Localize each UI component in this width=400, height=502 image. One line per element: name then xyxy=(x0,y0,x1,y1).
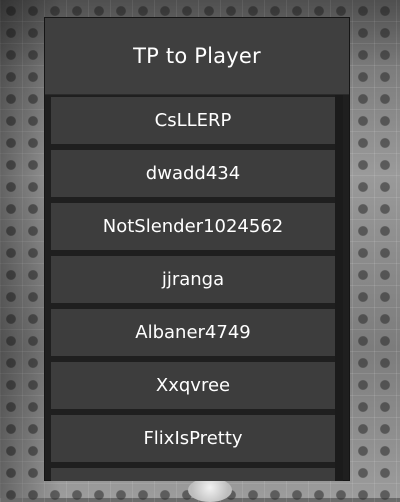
player-button-flixispretty[interactable]: FlixIsPretty xyxy=(51,415,335,462)
player-name: dwadd434 xyxy=(145,163,241,184)
panel-title: TP to Player xyxy=(133,44,261,68)
player-button-dwadd434[interactable]: dwadd434 xyxy=(51,150,335,197)
player-name: CsLLERP xyxy=(154,110,232,131)
player-name: Xxqvree xyxy=(155,375,231,396)
player-name: NotSlender1024562 xyxy=(102,216,284,237)
background-game-object xyxy=(188,478,232,502)
player-button-jjranga[interactable]: jjranga xyxy=(51,256,335,303)
player-button-partial[interactable] xyxy=(51,468,335,481)
panel-header: TP to Player xyxy=(45,18,349,95)
player-button-csllerp[interactable]: CsLLERP xyxy=(51,97,335,144)
player-button-xxqvree[interactable]: Xxqvree xyxy=(51,362,335,409)
player-name: Albaner4749 xyxy=(135,322,251,343)
player-name: jjranga xyxy=(161,269,225,290)
player-name: FlixIsPretty xyxy=(143,428,243,449)
tp-to-player-panel: TP to Player CsLLERP dwadd434 NotSlender… xyxy=(44,17,350,481)
player-button-notslender1024562[interactable]: NotSlender1024562 xyxy=(51,203,335,250)
scrollbar-thumb[interactable] xyxy=(335,95,343,481)
player-button-albaner4749[interactable]: Albaner4749 xyxy=(51,309,335,356)
player-list[interactable]: CsLLERP dwadd434 NotSlender1024562 jjran… xyxy=(51,95,345,481)
player-list-scrollbar[interactable] xyxy=(335,95,343,481)
